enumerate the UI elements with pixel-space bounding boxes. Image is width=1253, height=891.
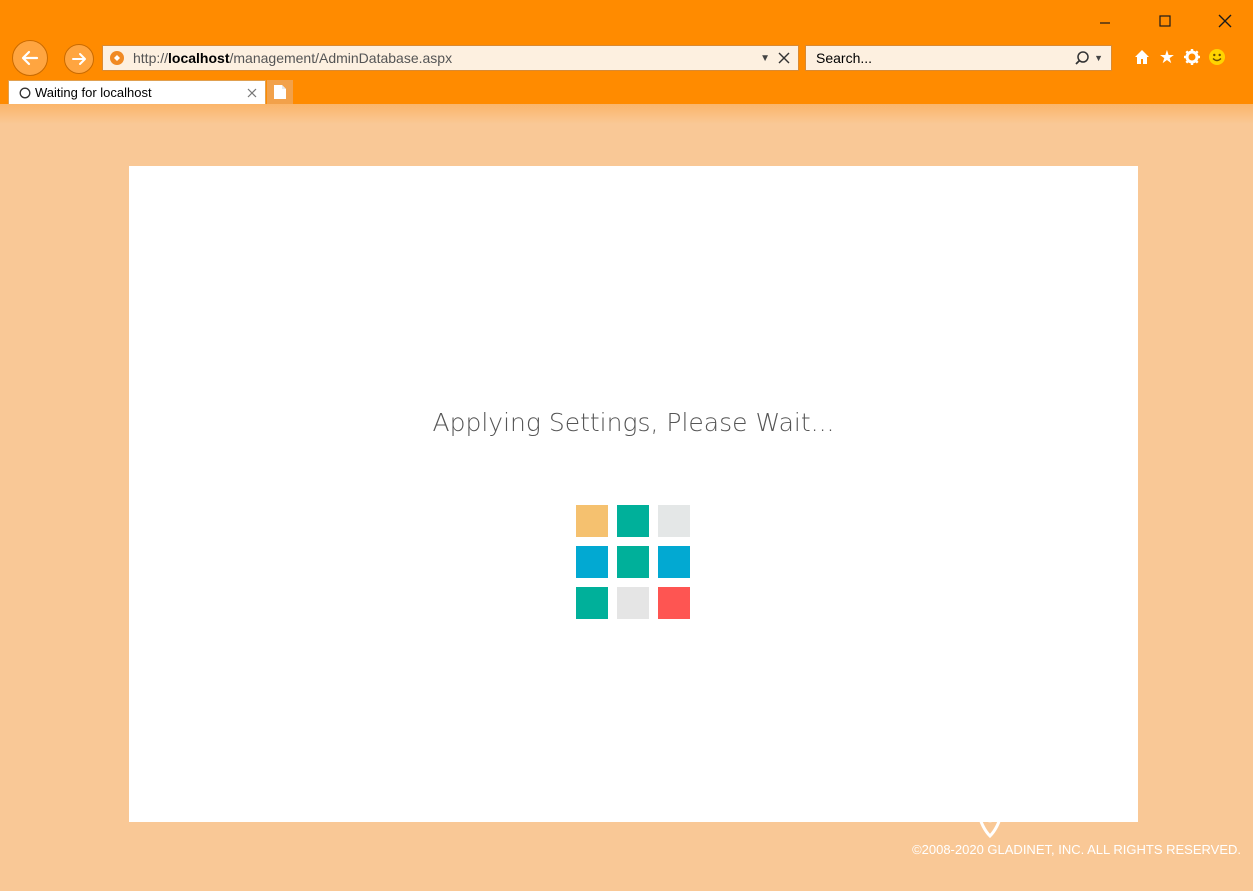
loading-grid-spinner (576, 505, 696, 625)
spinner-square (617, 587, 649, 619)
spinner-square (576, 587, 608, 619)
site-security-icon (109, 50, 125, 66)
status-message: Applying Settings, Please Wait... (432, 408, 835, 437)
feedback-smiley-icon[interactable] (1206, 45, 1228, 69)
browser-chrome: http://localhost/management/AdminDatabas… (0, 0, 1253, 104)
search-input[interactable] (814, 49, 1058, 67)
tab-close-icon[interactable] (247, 88, 257, 98)
minimize-icon[interactable] (1082, 8, 1128, 34)
spinner-square (576, 505, 608, 537)
spinner-square (658, 505, 690, 537)
spinner-square (617, 546, 649, 578)
spinner-square (617, 505, 649, 537)
new-tab-icon (274, 85, 286, 99)
settings-gear-icon[interactable] (1181, 45, 1203, 69)
home-icon[interactable] (1131, 45, 1153, 69)
close-icon[interactable] (1202, 8, 1248, 34)
spinner-square (658, 546, 690, 578)
loading-card: Applying Settings, Please Wait... (129, 166, 1138, 822)
favorites-star-icon[interactable]: ★ (1156, 45, 1178, 69)
tab-title: Waiting for localhost (35, 85, 152, 100)
search-box[interactable]: ▼ (805, 45, 1112, 71)
copyright-text: ©2008-2020 GLADINET, INC. ALL RIGHTS RES… (912, 842, 1241, 857)
new-tab-button[interactable] (267, 80, 293, 104)
spinner-square (658, 587, 690, 619)
tab-active[interactable]: Waiting for localhost (8, 80, 266, 104)
address-bar[interactable]: http://localhost/management/AdminDatabas… (102, 45, 799, 71)
forward-button[interactable] (64, 44, 94, 74)
stop-loading-icon[interactable] (778, 52, 790, 64)
spinner-square (576, 546, 608, 578)
back-button[interactable] (12, 40, 48, 76)
address-dropdown-icon[interactable]: ▼ (760, 53, 770, 64)
address-url[interactable]: http://localhost/management/AdminDatabas… (133, 50, 452, 66)
maximize-icon[interactable] (1142, 8, 1188, 34)
loading-spinner-icon (19, 87, 31, 99)
search-dropdown-icon[interactable]: ▼ (1094, 53, 1103, 63)
search-icon[interactable] (1074, 50, 1090, 66)
chrome-fade (0, 104, 1253, 124)
